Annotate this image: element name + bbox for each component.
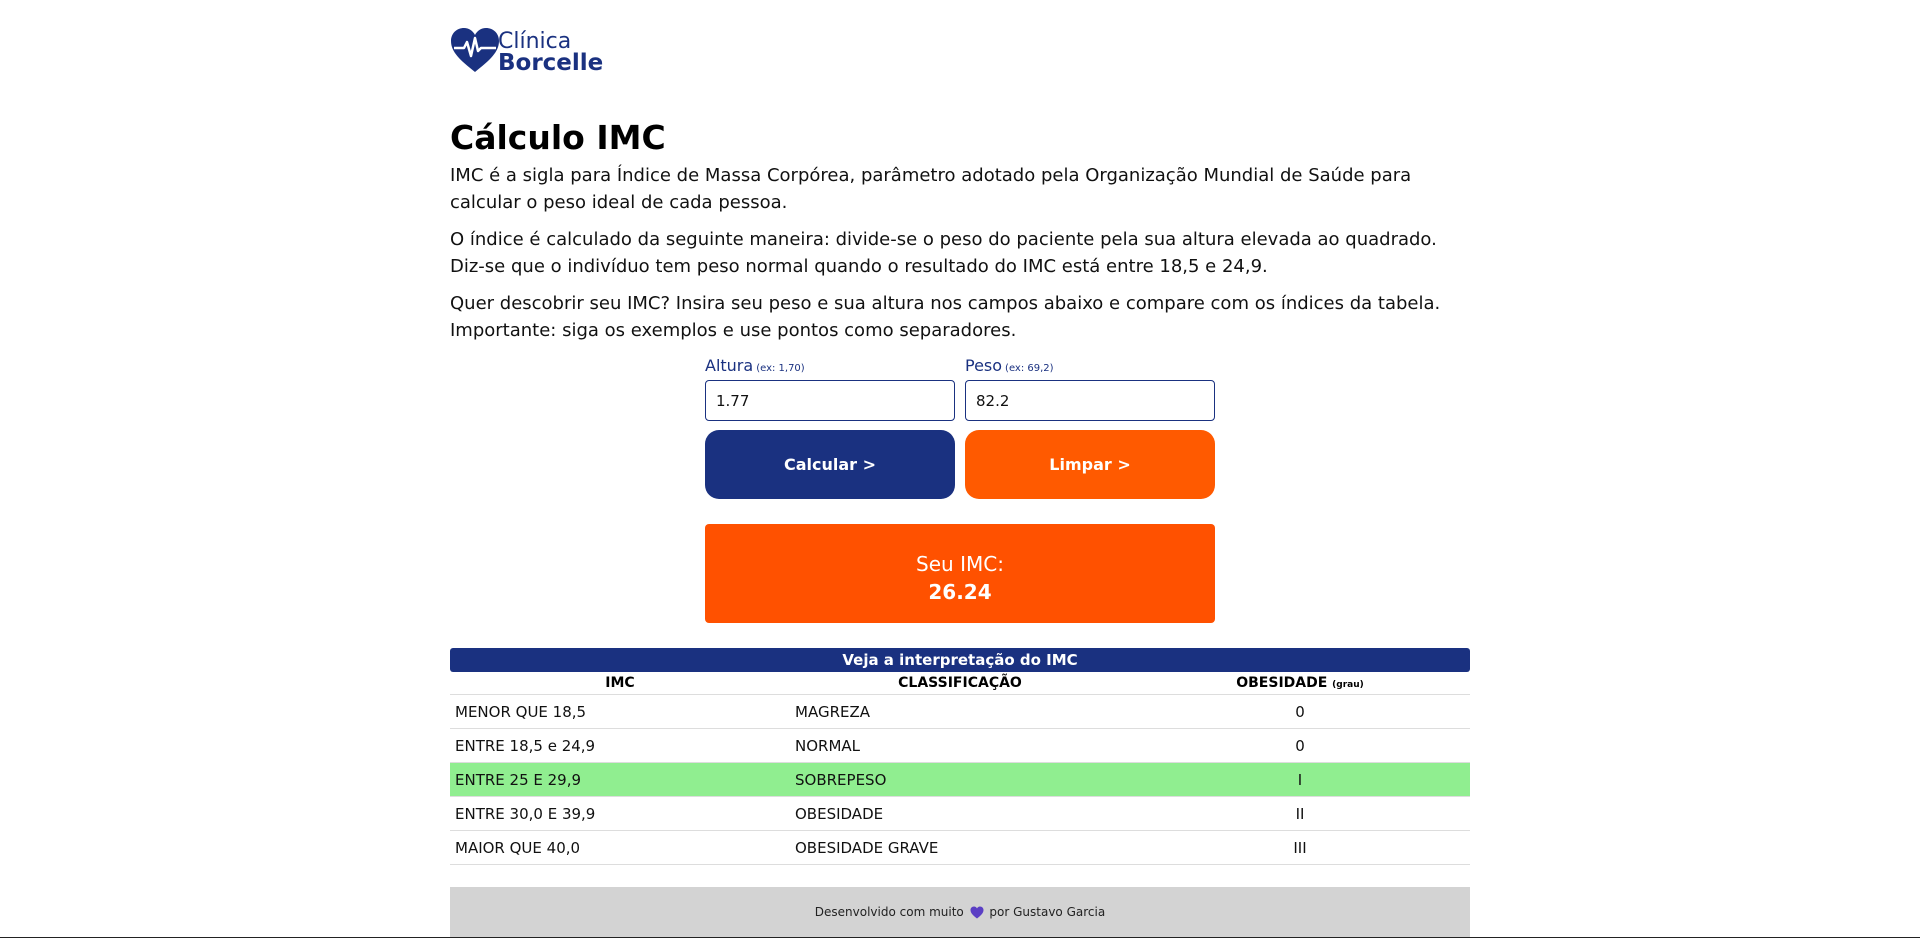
page-title: Cálculo IMC — [450, 118, 666, 157]
intro-paragraph: O índice é calculado da seguinte maneira… — [450, 229, 1437, 277]
table-row: ENTRE 30,0 E 39,9 OBESIDADE II — [450, 796, 1470, 831]
imc-result-box: Seu IMC: 26.24 — [705, 524, 1215, 623]
classification-cell: OBESIDADE — [790, 796, 1130, 831]
brand-logo[interactable]: Clínica Borcelle — [450, 26, 610, 76]
table-row: MAIOR QUE 40,0 OBESIDADE GRAVE III — [450, 830, 1470, 865]
obesity-grade-cell: 0 — [1130, 694, 1470, 729]
footer-prefix: Desenvolvido com muito — [814, 905, 964, 919]
imc-range-cell: ENTRE 30,0 E 39,9 — [450, 796, 790, 831]
height-label: Altura (ex: 1,70) — [705, 356, 955, 376]
imc-range-cell: ENTRE 18,5 e 24,9 — [450, 728, 790, 763]
imc-range-cell: ENTRE 25 E 29,9 — [450, 762, 790, 797]
height-label-text: Altura — [705, 356, 754, 375]
weight-label: Peso (ex: 69,2) — [965, 356, 1215, 376]
obesity-grade-cell: III — [1130, 830, 1470, 865]
obesity-grade-cell: I — [1130, 762, 1470, 797]
classification-cell: SOBREPESO — [790, 762, 1130, 797]
imc-range-cell: MAIOR QUE 40,0 — [450, 830, 790, 865]
imc-result-label: Seu IMC: — [916, 552, 1004, 576]
table-row: ENTRE 18,5 e 24,9 NORMAL 0 — [450, 728, 1470, 763]
obesity-grade-cell: 0 — [1130, 728, 1470, 763]
obesity-header-text: OBESIDADE — [1236, 675, 1328, 691]
footer-suffix: por Gustavo Garcia — [989, 905, 1106, 919]
classification-cell: NORMAL — [790, 728, 1130, 763]
heart-pulse-icon — [451, 28, 499, 72]
weight-field: Peso (ex: 69,2) — [965, 356, 1215, 421]
obesity-grade-cell: II — [1130, 796, 1470, 831]
column-header-obesity: OBESIDADE (grau) — [1130, 672, 1470, 695]
table-caption: Veja a interpretação do IMC — [450, 648, 1470, 672]
classification-cell: OBESIDADE GRAVE — [790, 830, 1130, 865]
brand-name-line2: Borcelle — [498, 50, 604, 76]
table-row: MENOR QUE 18,5 MAGREZA 0 — [450, 694, 1470, 729]
heart-icon — [970, 906, 984, 919]
height-hint: (ex: 1,70) — [756, 363, 805, 374]
table-header-row: IMC CLASSIFICAÇÃO OBESIDADE (grau) — [450, 672, 1470, 695]
column-header-imc: IMC — [450, 672, 790, 695]
classification-cell: MAGREZA — [790, 694, 1130, 729]
weight-hint: (ex: 69,2) — [1005, 363, 1054, 374]
table-row-highlighted: ENTRE 25 E 29,9 SOBREPESO I — [450, 762, 1470, 797]
imc-table: Veja a interpretação do IMC IMC CLASSIFI… — [450, 648, 1470, 865]
height-input[interactable] — [705, 380, 955, 421]
column-header-classification: CLASSIFICAÇÃO — [790, 672, 1130, 695]
weight-label-text: Peso — [965, 356, 1003, 375]
imc-result-value: 26.24 — [928, 580, 992, 604]
page-footer: Desenvolvido com muito por Gustavo Garci… — [450, 887, 1470, 938]
imc-range-cell: MENOR QUE 18,5 — [450, 694, 790, 729]
intro-text: IMC é a sigla para Índice de Massa Corpó… — [450, 162, 1470, 354]
obesity-header-unit: (grau) — [1332, 680, 1364, 690]
calculate-button[interactable]: Calcular > — [705, 430, 955, 499]
intro-paragraph: IMC é a sigla para Índice de Massa Corpó… — [450, 165, 1412, 213]
weight-input[interactable] — [965, 380, 1215, 421]
intro-paragraph: Quer descobrir seu IMC? Insira seu peso … — [450, 293, 1441, 341]
clear-button[interactable]: Limpar > — [965, 430, 1215, 499]
height-field: Altura (ex: 1,70) — [705, 356, 955, 421]
